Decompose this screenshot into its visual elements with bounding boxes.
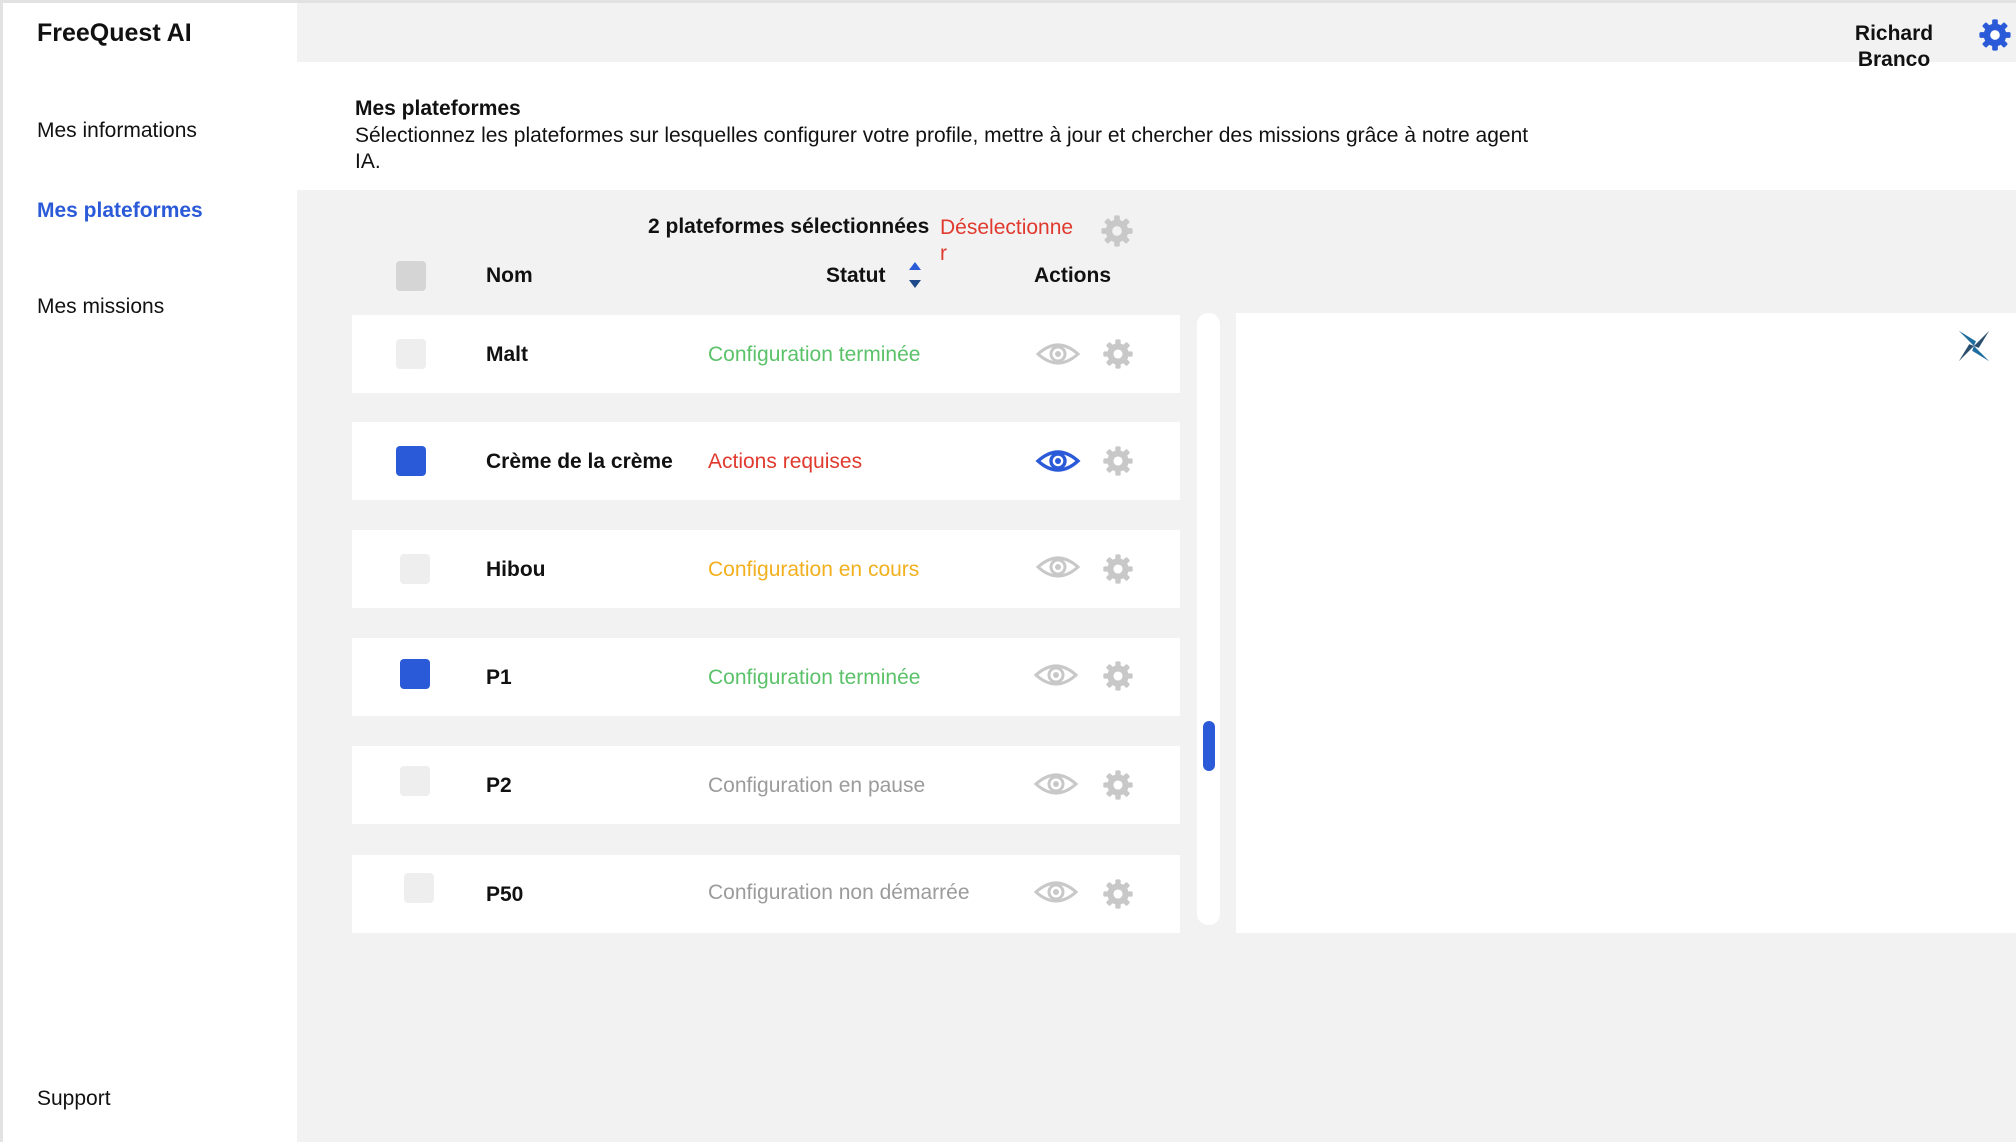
user-settings-gear-icon[interactable] bbox=[1978, 18, 2012, 52]
platform-status: Configuration terminée bbox=[708, 343, 921, 366]
nav-item-mes-plateformes[interactable]: Mes plateformes bbox=[37, 199, 203, 223]
row-checkbox[interactable] bbox=[400, 659, 430, 689]
platform-detail-panel bbox=[1236, 313, 2016, 933]
gear-icon[interactable] bbox=[1102, 769, 1134, 801]
table-row[interactable]: Malt Configuration terminée bbox=[352, 315, 1180, 393]
eye-icon[interactable] bbox=[1035, 552, 1081, 582]
row-checkbox[interactable] bbox=[396, 446, 426, 476]
nav-item-mes-informations[interactable]: Mes informations bbox=[37, 119, 197, 143]
eye-icon[interactable] bbox=[1033, 769, 1079, 799]
eye-icon[interactable] bbox=[1033, 877, 1079, 907]
bulk-settings-gear-icon[interactable] bbox=[1100, 214, 1134, 248]
eye-icon[interactable] bbox=[1035, 339, 1081, 369]
column-header-name: Nom bbox=[486, 264, 533, 287]
row-checkbox[interactable] bbox=[400, 554, 430, 584]
platform-name: P1 bbox=[486, 666, 512, 689]
app-logo: FreeQuest AI bbox=[37, 19, 192, 47]
row-checkbox[interactable] bbox=[400, 766, 430, 796]
gear-icon[interactable] bbox=[1102, 445, 1134, 477]
platform-name: P2 bbox=[486, 774, 512, 797]
column-header-status[interactable]: Statut bbox=[826, 264, 886, 288]
gear-icon[interactable] bbox=[1102, 553, 1134, 585]
deselect-all-link[interactable]: Déselectionner bbox=[940, 215, 1080, 267]
table-row[interactable]: P1 Configuration terminée bbox=[352, 638, 1180, 716]
page-description: Sélectionnez les plateformes sur lesquel… bbox=[355, 124, 1529, 173]
header-bar bbox=[297, 3, 2016, 62]
gear-icon[interactable] bbox=[1102, 878, 1134, 910]
page-title: Mes plateformes bbox=[355, 97, 521, 120]
platform-status: Configuration en pause bbox=[708, 774, 926, 797]
eye-icon[interactable] bbox=[1033, 660, 1079, 690]
platform-name: Malt bbox=[486, 343, 528, 366]
star-icon bbox=[1958, 330, 1990, 362]
row-checkbox[interactable] bbox=[396, 339, 426, 369]
table-row[interactable]: Hibou Configuration en cours bbox=[352, 530, 1180, 608]
platform-status: Configuration terminée bbox=[708, 666, 921, 689]
column-header-actions: Actions bbox=[1034, 264, 1112, 287]
row-checkbox[interactable] bbox=[404, 873, 434, 903]
table-row[interactable]: Crème de la crème Actions requises bbox=[352, 422, 1180, 500]
platform-status: Configuration en cours bbox=[708, 558, 920, 581]
table-scrollbar-track[interactable] bbox=[1197, 313, 1220, 925]
user-last-name: Branco bbox=[1857, 48, 1931, 71]
user-name[interactable]: Richard Branco bbox=[1842, 21, 1946, 73]
platform-name: Crème de la crème bbox=[486, 450, 673, 473]
platform-name: Hibou bbox=[486, 558, 546, 581]
table-row[interactable]: P50 Configuration non démarrée bbox=[352, 855, 1180, 933]
platform-name: P50 bbox=[486, 883, 524, 906]
window-left-border bbox=[0, 0, 3, 1142]
sort-icon[interactable] bbox=[905, 259, 925, 291]
gear-icon[interactable] bbox=[1102, 338, 1134, 370]
eye-icon[interactable] bbox=[1035, 446, 1081, 476]
gear-icon[interactable] bbox=[1102, 660, 1134, 692]
table-row[interactable]: P2 Configuration en pause bbox=[352, 746, 1180, 824]
selected-count-label: 2 plateformes sélectionnées bbox=[648, 215, 930, 238]
platform-status: Configuration non démarrée bbox=[708, 881, 970, 904]
select-all-checkbox[interactable] bbox=[396, 261, 426, 291]
table-scrollbar-thumb[interactable] bbox=[1203, 721, 1215, 771]
platform-status: Actions requises bbox=[708, 450, 863, 473]
user-first-name: Richard bbox=[1854, 22, 1934, 45]
support-link[interactable]: Support bbox=[37, 1087, 111, 1111]
nav-item-mes-missions[interactable]: Mes missions bbox=[37, 295, 164, 319]
